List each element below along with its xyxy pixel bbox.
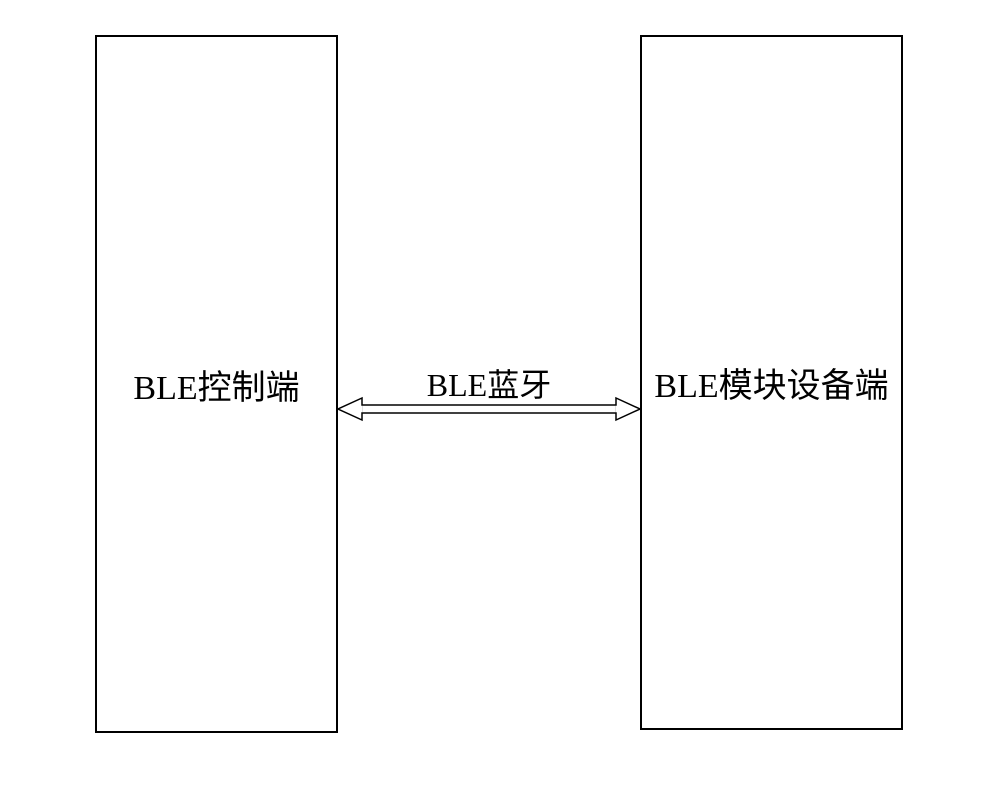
block-ble-module-device: BLE模块设备端	[640, 35, 903, 730]
block-ble-module-device-label: BLE模块设备端	[654, 358, 888, 407]
diagram-canvas: BLE控制端 BLE模块设备端 BLE蓝牙	[0, 0, 1000, 786]
block-ble-controller: BLE控制端	[95, 35, 338, 733]
double-arrow-icon	[338, 396, 640, 422]
block-ble-controller-label: BLE控制端	[133, 360, 299, 409]
